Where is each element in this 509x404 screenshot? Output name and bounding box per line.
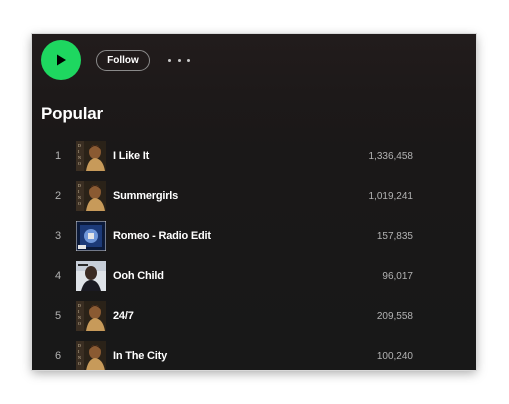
play-count: 157,835: [376, 230, 413, 242]
play-count: 209,558: [376, 310, 413, 322]
more-options-button[interactable]: [168, 52, 190, 68]
more-options-dot: [177, 58, 181, 62]
section-title: Popular: [41, 104, 103, 123]
svg-text:O: O: [78, 361, 81, 366]
track-row[interactable]: 5 D I N O 24/7 209,558: [32, 296, 476, 336]
svg-text:D: D: [78, 303, 81, 308]
dino-album-art: D I N O: [76, 301, 106, 331]
ooh-child-art: [76, 261, 106, 291]
track-title[interactable]: I Like It: [113, 150, 149, 162]
track-number: 1: [54, 150, 62, 162]
track-list: 1 D I N O I Like It 1,336,458 2 D I N O …: [32, 136, 476, 370]
svg-text:N: N: [78, 355, 81, 360]
dino-album-art: D I N O: [76, 181, 106, 211]
romeo-single-art: [76, 221, 106, 251]
svg-text:O: O: [78, 201, 81, 206]
track-row[interactable]: 6 D I N O In The City 100,240: [32, 336, 476, 370]
svg-text:O: O: [78, 161, 81, 166]
svg-text:O: O: [78, 321, 81, 326]
svg-text:N: N: [78, 155, 81, 160]
track-row[interactable]: 3 Romeo - Radio Edit 157,835: [32, 216, 476, 256]
svg-text:D: D: [78, 143, 81, 148]
track-number: 3: [54, 230, 62, 242]
play-button[interactable]: [41, 40, 81, 80]
track-title[interactable]: In The City: [113, 350, 167, 362]
play-count: 96,017: [382, 270, 413, 282]
track-title[interactable]: Ooh Child: [113, 270, 164, 282]
follow-button[interactable]: Follow: [96, 50, 150, 71]
track-number: 4: [54, 270, 62, 282]
dino-album-art: D I N O: [76, 341, 106, 370]
track-number: 6: [54, 350, 62, 362]
svg-text:D: D: [78, 183, 81, 188]
svg-text:N: N: [78, 315, 81, 320]
track-row[interactable]: 2 D I N O Summergirls 1,019,241: [32, 176, 476, 216]
more-options-icon: [168, 58, 171, 62]
svg-text:D: D: [78, 343, 81, 348]
track-number: 2: [54, 190, 62, 202]
track-number: 5: [54, 310, 62, 322]
track-title[interactable]: Romeo - Radio Edit: [113, 230, 211, 242]
play-count: 1,019,241: [368, 190, 414, 202]
play-count: 1,336,458: [368, 150, 414, 162]
track-title[interactable]: 24/7: [113, 310, 134, 322]
play-icon: [57, 54, 66, 66]
dino-album-art: D I N O: [76, 141, 106, 171]
svg-text:N: N: [78, 195, 81, 200]
more-options-dot: [187, 58, 190, 62]
play-count: 100,240: [376, 350, 413, 362]
track-row[interactable]: 1 D I N O I Like It 1,336,458: [32, 136, 476, 176]
track-title[interactable]: Summergirls: [113, 190, 178, 202]
track-row[interactable]: 4 Ooh Child 96,017: [32, 256, 476, 296]
artist-popular-panel: Follow Popular 1 D I N O I Like It 1,336…: [32, 34, 476, 370]
